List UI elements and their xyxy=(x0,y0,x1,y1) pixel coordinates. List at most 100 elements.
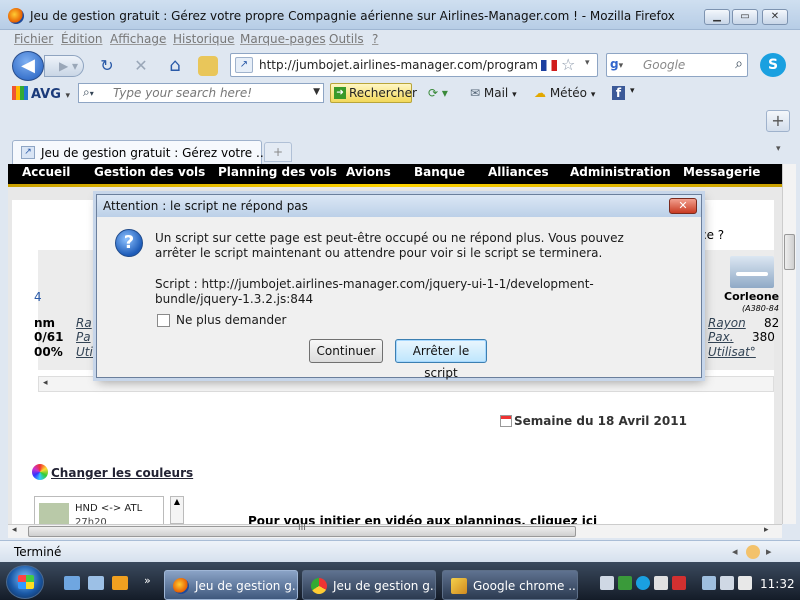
quicklaunch-more-icon[interactable]: » xyxy=(144,574,151,587)
site-nav-avions[interactable]: Avions xyxy=(346,165,391,179)
web-search-box[interactable]: g▾ Google ⌕ xyxy=(606,53,748,77)
taskbar-firefox[interactable]: Jeu de gestion g... xyxy=(164,570,298,600)
avg-search-dropdown[interactable]: ▼ xyxy=(313,87,320,97)
week-label: Semaine du 18 Avril 2011 xyxy=(500,414,687,428)
dont-ask-again-checkbox[interactable] xyxy=(157,314,170,327)
forward-button[interactable]: ▶ ▾ xyxy=(44,55,84,77)
menu-marque-pages[interactable]: Marque-pages xyxy=(240,32,326,46)
stop-script-button[interactable]: Arrêter le script xyxy=(395,339,487,380)
menu-fichier[interactable]: Fichier xyxy=(14,32,53,46)
maximize-button[interactable]: ▭ xyxy=(732,9,758,25)
tray-device-icon[interactable] xyxy=(720,576,734,590)
refresh-tool-icon[interactable]: ⟳ ▾ xyxy=(428,86,448,100)
menu-historique[interactable]: Historique xyxy=(173,32,235,46)
addon-status-icon[interactable] xyxy=(746,545,760,559)
media-player-icon[interactable] xyxy=(112,576,128,590)
menu-affichage[interactable]: Affichage xyxy=(110,32,166,46)
reload-icon[interactable]: ↻ xyxy=(96,55,118,77)
site-identity-icon[interactable]: ↗ xyxy=(235,57,253,73)
search-icon[interactable]: ⌕ xyxy=(735,56,743,72)
dialog-titlebar[interactable]: Attention : le script ne répond pas ✕ xyxy=(97,195,701,217)
weather-button[interactable]: ☁ Météo ▾ xyxy=(534,86,595,100)
switch-windows-icon[interactable] xyxy=(88,576,104,590)
menu-outils[interactable]: Outils xyxy=(329,32,364,46)
plane-name[interactable]: Corleone xyxy=(724,290,779,303)
bookmark-star-icon[interactable]: ☆ xyxy=(561,55,575,74)
close-window-button[interactable]: ✕ xyxy=(762,9,788,25)
fleet-left-value-4: 00% xyxy=(34,345,63,359)
system-tray: 11:32 xyxy=(598,566,800,600)
home-icon[interactable]: ⌂ xyxy=(164,55,186,77)
url-bar[interactable]: ↗ http://jumbojet.airlines-manager.com/p… xyxy=(230,53,598,77)
rechercher-button[interactable]: ➜ Rechercher xyxy=(330,83,417,103)
tray-app-icon[interactable] xyxy=(672,576,686,590)
skype-icon[interactable]: S xyxy=(760,53,786,77)
page-vertical-scrollbar[interactable] xyxy=(782,164,796,524)
minimize-button[interactable]: ▁ xyxy=(704,9,730,25)
tray-network-icon[interactable] xyxy=(702,576,716,590)
route-label: HND <-> ATL xyxy=(75,503,143,514)
fleet-scrollbar[interactable]: ◂ xyxy=(38,376,774,392)
tab-list-dropdown[interactable]: ▾ xyxy=(776,144,781,154)
site-nav-banque[interactable]: Banque xyxy=(414,165,465,179)
back-button[interactable]: ◀ xyxy=(12,51,44,81)
start-button[interactable] xyxy=(6,565,44,599)
tab-airlines-manager[interactable]: ↗ Jeu de gestion gratuit : Gérez votre .… xyxy=(12,140,267,164)
h-scroll-grip: III xyxy=(298,523,306,533)
tray-clock[interactable]: 11:32 xyxy=(760,577,795,591)
change-colors-link[interactable]: Changer les couleurs xyxy=(32,464,193,480)
fleet-left-value-3: 0/61 xyxy=(34,330,64,344)
plane-thumbnail[interactable] xyxy=(730,256,774,288)
status-right-arrow[interactable]: ▸ xyxy=(766,545,772,558)
volume-icon[interactable] xyxy=(738,576,752,590)
avg-logo[interactable]: AVG ▾ xyxy=(12,86,70,102)
vertical-scroll-thumb[interactable] xyxy=(784,234,795,270)
avg-search-input[interactable]: ⌕▾ Type your search here! ▼ xyxy=(78,83,324,103)
avg-label: AVG xyxy=(31,87,61,102)
tray-security-icon[interactable] xyxy=(654,576,668,590)
site-nav-gestion-vols[interactable]: Gestion des vols xyxy=(94,165,205,179)
site-nav-accueil[interactable]: Accueil xyxy=(22,165,70,179)
taskbar-paint[interactable]: Google chrome ... xyxy=(442,570,578,600)
site-nav-alliances[interactable]: Alliances xyxy=(488,165,549,179)
new-tab-button[interactable]: + xyxy=(264,142,292,162)
site-nav-planning[interactable]: Planning des vols xyxy=(218,165,337,179)
taskbar-chrome[interactable]: Jeu de gestion g... xyxy=(302,570,436,600)
url-history-dropdown[interactable]: ▾ xyxy=(585,58,590,68)
mail-button[interactable]: ✉ Mail ▾ xyxy=(470,86,517,100)
h-scroll-left-arrow[interactable]: ◂ xyxy=(12,525,17,535)
url-text[interactable]: http://jumbojet.airlines-manager.com/pro… xyxy=(259,58,537,72)
show-desktop-icon[interactable] xyxy=(64,576,80,590)
route-card[interactable]: HND <-> ATL 27h20 xyxy=(34,496,164,524)
tray-skype-icon[interactable] xyxy=(636,576,650,590)
site-nav-messagerie[interactable]: Messagerie xyxy=(683,165,760,179)
h-scroll-right-arrow[interactable]: ▸ xyxy=(764,525,769,535)
add-toolbar-button[interactable]: + xyxy=(766,110,790,132)
facebook-icon[interactable]: f xyxy=(612,86,625,100)
facebook-dropdown[interactable]: ▾ xyxy=(630,86,635,96)
change-colors-label: Changer les couleurs xyxy=(51,466,194,480)
dialog-close-button[interactable]: ✕ xyxy=(669,198,697,214)
menu-edition[interactable]: Édition xyxy=(61,32,103,46)
dont-ask-again-label[interactable]: Ne plus demander xyxy=(176,313,286,327)
fleet-left-value-1: 4 xyxy=(34,290,42,304)
avg-search-icon[interactable]: ⌕▾ xyxy=(83,85,94,100)
status-left-arrow[interactable]: ◂ xyxy=(732,545,738,558)
continue-button[interactable]: Continuer xyxy=(309,339,383,363)
route-list-scroll-up[interactable]: ▲ xyxy=(170,496,184,524)
tray-avg-icon[interactable] xyxy=(618,576,632,590)
tray-z-icon[interactable] xyxy=(600,576,614,590)
google-icon[interactable]: g▾ xyxy=(610,57,628,73)
page-horizontal-scrollbar[interactable]: ◂ III ▸ xyxy=(8,523,782,538)
route-color-swatch xyxy=(39,503,69,524)
dialog-message: Un script sur cette page est peut-être o… xyxy=(155,231,624,260)
fleet-scroll-left-arrow[interactable]: ◂ xyxy=(43,378,48,388)
menu-help[interactable]: ? xyxy=(372,32,378,46)
window-titlebar[interactable]: Jeu de gestion gratuit : Gérez votre pro… xyxy=(0,0,800,30)
weather-icon: ☁ xyxy=(534,86,550,100)
plane-rayon-value: 82 xyxy=(764,316,780,330)
paint-task-icon xyxy=(451,578,467,594)
addon-icon[interactable] xyxy=(198,56,218,76)
stop-icon[interactable]: ✕ xyxy=(130,55,152,77)
site-nav-administration[interactable]: Administration xyxy=(570,165,671,179)
